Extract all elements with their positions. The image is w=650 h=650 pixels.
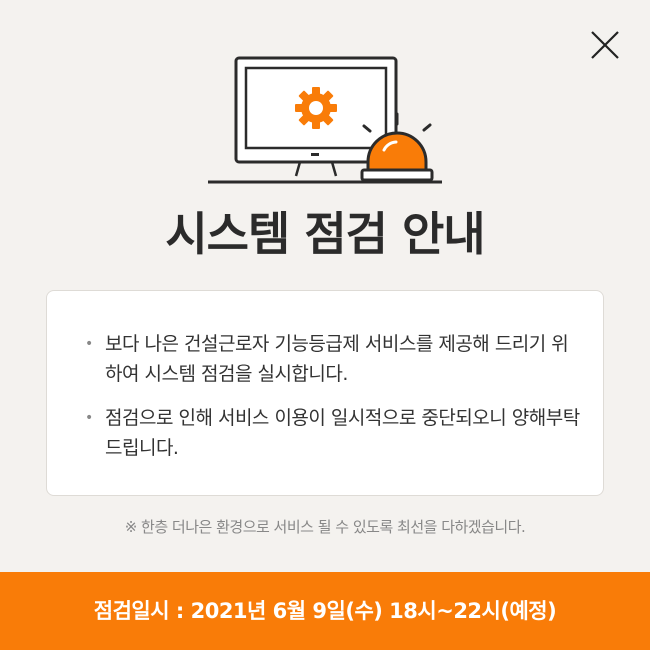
maintenance-dialog: 시스템 점검 안내 보다 나은 건설근로자 기능등급제 서비스를 제공해 드리기…: [0, 0, 650, 650]
notice-list: 보다 나은 건설근로자 기능등급제 서비스를 제공해 드리기 위하여 시스템 점…: [47, 291, 603, 463]
footnote: ※ 한층 더나은 환경으로 서비스 될 수 있도록 최선을 다하겠습니다.: [124, 518, 526, 536]
notice-item: 점검으로 인해 서비스 이용이 일시적으로 중단되오니 양해부탁드립니다.: [85, 403, 583, 463]
notice-card: 보다 나은 건설근로자 기능등급제 서비스를 제공해 드리기 위하여 시스템 점…: [46, 290, 604, 496]
monitor-gear-alarm-icon: [208, 56, 442, 184]
schedule-text: 점검일시 : 2021년 6월 9일(수) 18시~22시(예정): [93, 599, 557, 623]
maintenance-illustration: [200, 50, 450, 190]
close-icon: [591, 31, 619, 59]
notice-item: 보다 나은 건설근로자 기능등급제 서비스를 제공해 드리기 위하여 시스템 점…: [85, 329, 583, 389]
schedule-banner: 점검일시 : 2021년 6월 9일(수) 18시~22시(예정): [0, 572, 650, 650]
close-button[interactable]: [586, 26, 624, 64]
page-title: 시스템 점검 안내: [165, 207, 485, 261]
